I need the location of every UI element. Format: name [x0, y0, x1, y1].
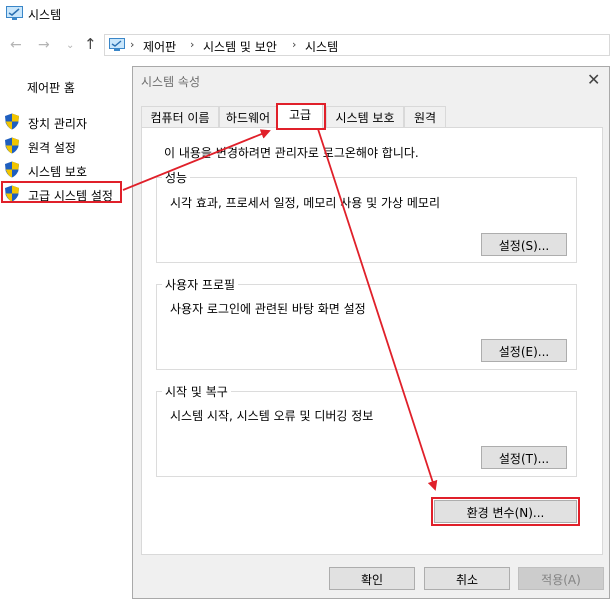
tab-remote[interactable]: 원격: [404, 106, 446, 127]
control-panel-icon: [109, 38, 125, 51]
sidebar-item-system-protection[interactable]: 시스템 보호: [4, 160, 114, 180]
recent-chevron-icon[interactable]: ⌄: [66, 40, 74, 51]
highlight-environment-variables: [431, 497, 580, 526]
breadcrumb-separator: ›: [292, 38, 297, 51]
shield-icon: [5, 137, 19, 154]
group-description: 시각 효과, 프로세서 일정, 메모리 사용 및 가상 메모리: [170, 196, 440, 210]
breadcrumb-separator: ›: [130, 38, 135, 51]
performance-settings-button[interactable]: 설정(S)...: [481, 233, 567, 256]
cancel-button[interactable]: 취소: [424, 567, 510, 590]
group-description: 시스템 시작, 시스템 오류 및 디버깅 정보: [170, 409, 374, 423]
breadcrumb-system-security[interactable]: 시스템 및 보안: [203, 38, 277, 55]
tab-hardware[interactable]: 하드웨어: [219, 106, 277, 127]
sidebar-item-remote-settings[interactable]: 원격 설정: [4, 136, 114, 156]
back-arrow-icon[interactable]: ←: [10, 37, 22, 53]
window-titlebar: 시스템: [0, 0, 610, 30]
group-legend: 사용자 프로필: [162, 276, 239, 293]
group-performance: 성능 시각 효과, 프로세서 일정, 메모리 사용 및 가상 메모리 설정(S)…: [156, 169, 577, 263]
profiles-settings-button[interactable]: 설정(E)...: [481, 339, 567, 362]
window-title: 시스템: [28, 8, 62, 22]
breadcrumb-control-panel[interactable]: 제어판: [143, 38, 176, 55]
group-legend: 성능: [162, 169, 191, 186]
monitor-icon: [6, 6, 23, 20]
sidebar-item-label: 시스템 보호: [28, 165, 88, 179]
group-legend: 시작 및 복구: [162, 383, 231, 400]
group-startup-recovery: 시작 및 복구 시스템 시작, 시스템 오류 및 디버깅 정보 설정(T)...: [156, 383, 577, 477]
ok-button[interactable]: 확인: [329, 567, 415, 590]
highlight-advanced-settings: [1, 181, 122, 203]
shield-icon: [5, 113, 19, 130]
highlight-advanced-tab: [276, 103, 326, 130]
forward-arrow-icon[interactable]: →: [38, 37, 50, 53]
breadcrumb-system[interactable]: 시스템: [305, 38, 338, 55]
sidebar-home-link[interactable]: 제어판 홈: [27, 79, 75, 96]
sidebar-item-label: 장치 관리자: [28, 117, 88, 131]
admin-note: 이 내용을 변경하려면 관리자로 로그온해야 합니다.: [164, 146, 419, 160]
apply-button[interactable]: 적용(A): [518, 567, 604, 590]
breadcrumb-separator: ›: [190, 38, 195, 51]
tab-system-protection[interactable]: 시스템 보호: [326, 106, 404, 127]
startup-settings-button[interactable]: 설정(T)...: [481, 446, 567, 469]
dialog-title: 시스템 속성: [141, 75, 201, 89]
close-icon[interactable]: ✕: [587, 70, 600, 89]
shield-icon: [5, 161, 19, 178]
system-properties-dialog: 시스템 속성 ✕ 컴퓨터 이름 하드웨어 고급 시스템 보호 원격 이 내용을 …: [132, 66, 610, 599]
address-bar[interactable]: › 제어판 › 시스템 및 보안 › 시스템: [104, 34, 610, 56]
sidebar-item-device-manager[interactable]: 장치 관리자: [4, 112, 114, 132]
tab-page-advanced: 이 내용을 변경하려면 관리자로 로그온해야 합니다. 성능 시각 효과, 프로…: [141, 127, 603, 555]
sidebar-item-label: 원격 설정: [28, 141, 76, 155]
group-description: 사용자 로그인에 관련된 바탕 화면 설정: [170, 302, 366, 316]
up-arrow-icon[interactable]: ↑: [84, 35, 97, 53]
tab-computer-name[interactable]: 컴퓨터 이름: [141, 106, 219, 127]
group-user-profiles: 사용자 프로필 사용자 로그인에 관련된 바탕 화면 설정 설정(E)...: [156, 276, 577, 370]
